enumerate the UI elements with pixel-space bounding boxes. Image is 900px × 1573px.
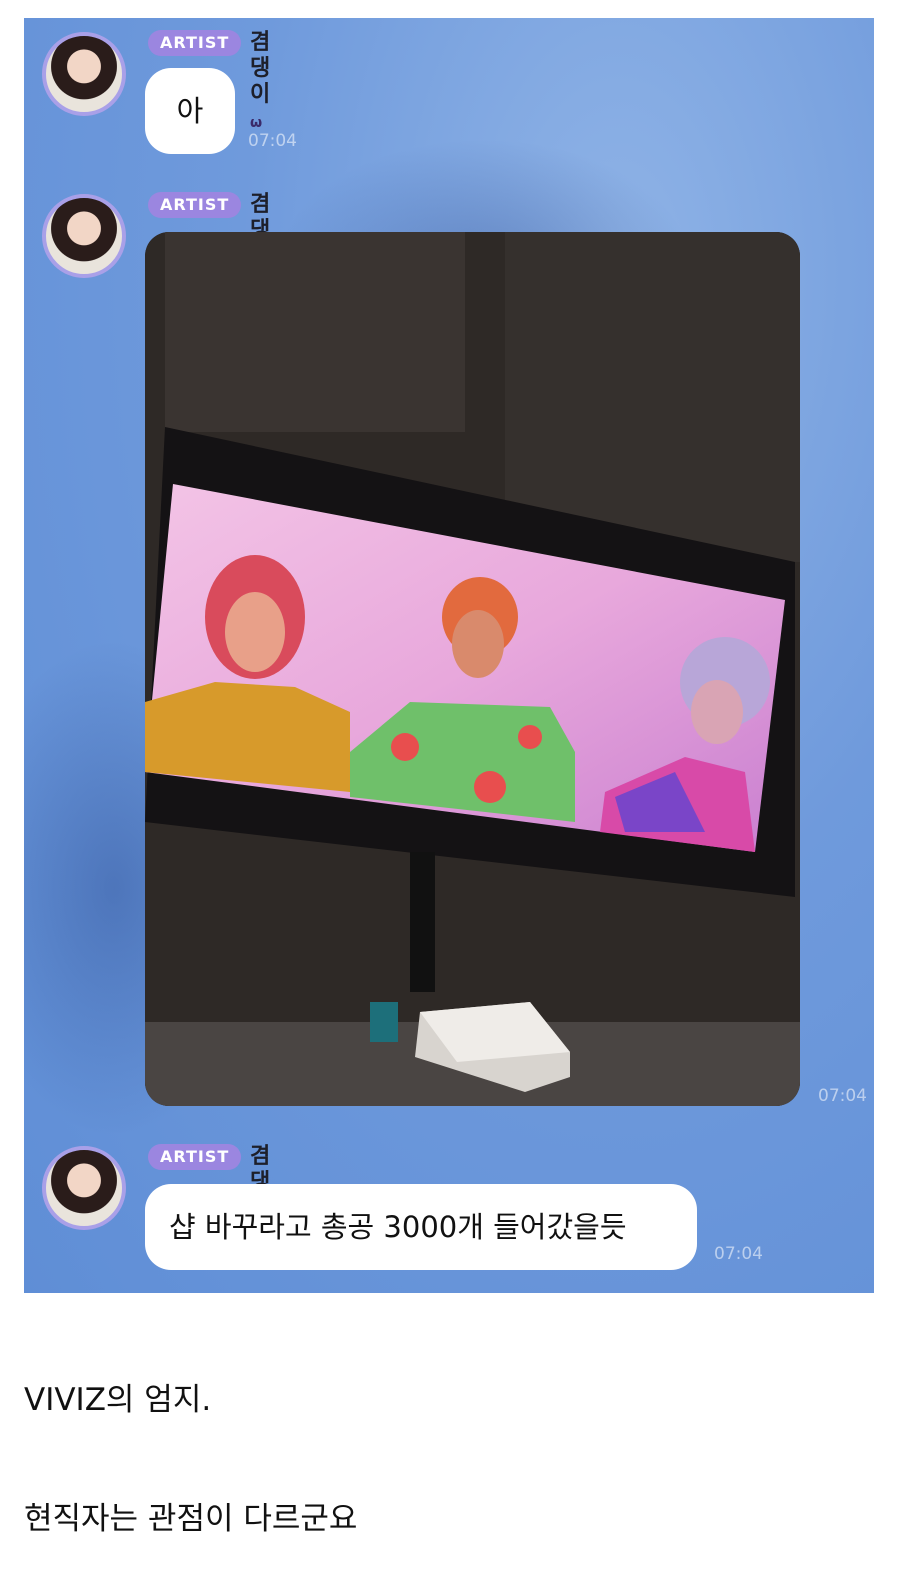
message-time: 07:04 (714, 1244, 763, 1264)
artist-badge: ARTIST (148, 1144, 242, 1170)
avatar[interactable] (42, 32, 126, 116)
tv-photo-illustration (145, 232, 800, 1106)
sender-name-text: 겸댕이 (250, 30, 271, 107)
message-bubble[interactable]: 샵 바꾸라고 총공 3000개 들어갔을듯 (145, 1184, 697, 1270)
message-time: 07:04 (818, 1086, 867, 1106)
chat-screenshot: ARTIST 겸댕이 ω 아 07:04 ARTIST 겸댕이 ω (24, 18, 874, 1293)
post-caption-1: VIVIZ의 엄지. (24, 1382, 212, 1418)
artist-badge: ARTIST (148, 192, 242, 218)
photo-message[interactable] (145, 232, 800, 1106)
post-caption-2: 현직자는 관점이 다르군요 (24, 1501, 358, 1537)
message-bubble[interactable]: 아 (145, 68, 235, 154)
avatar[interactable] (42, 194, 126, 278)
sender-suffix: ω (250, 115, 263, 131)
avatar[interactable] (42, 1146, 126, 1230)
artist-badge: ARTIST (148, 30, 242, 56)
sender-name[interactable]: 겸댕이 ω (250, 30, 270, 136)
message-time: 07:04 (248, 131, 297, 151)
